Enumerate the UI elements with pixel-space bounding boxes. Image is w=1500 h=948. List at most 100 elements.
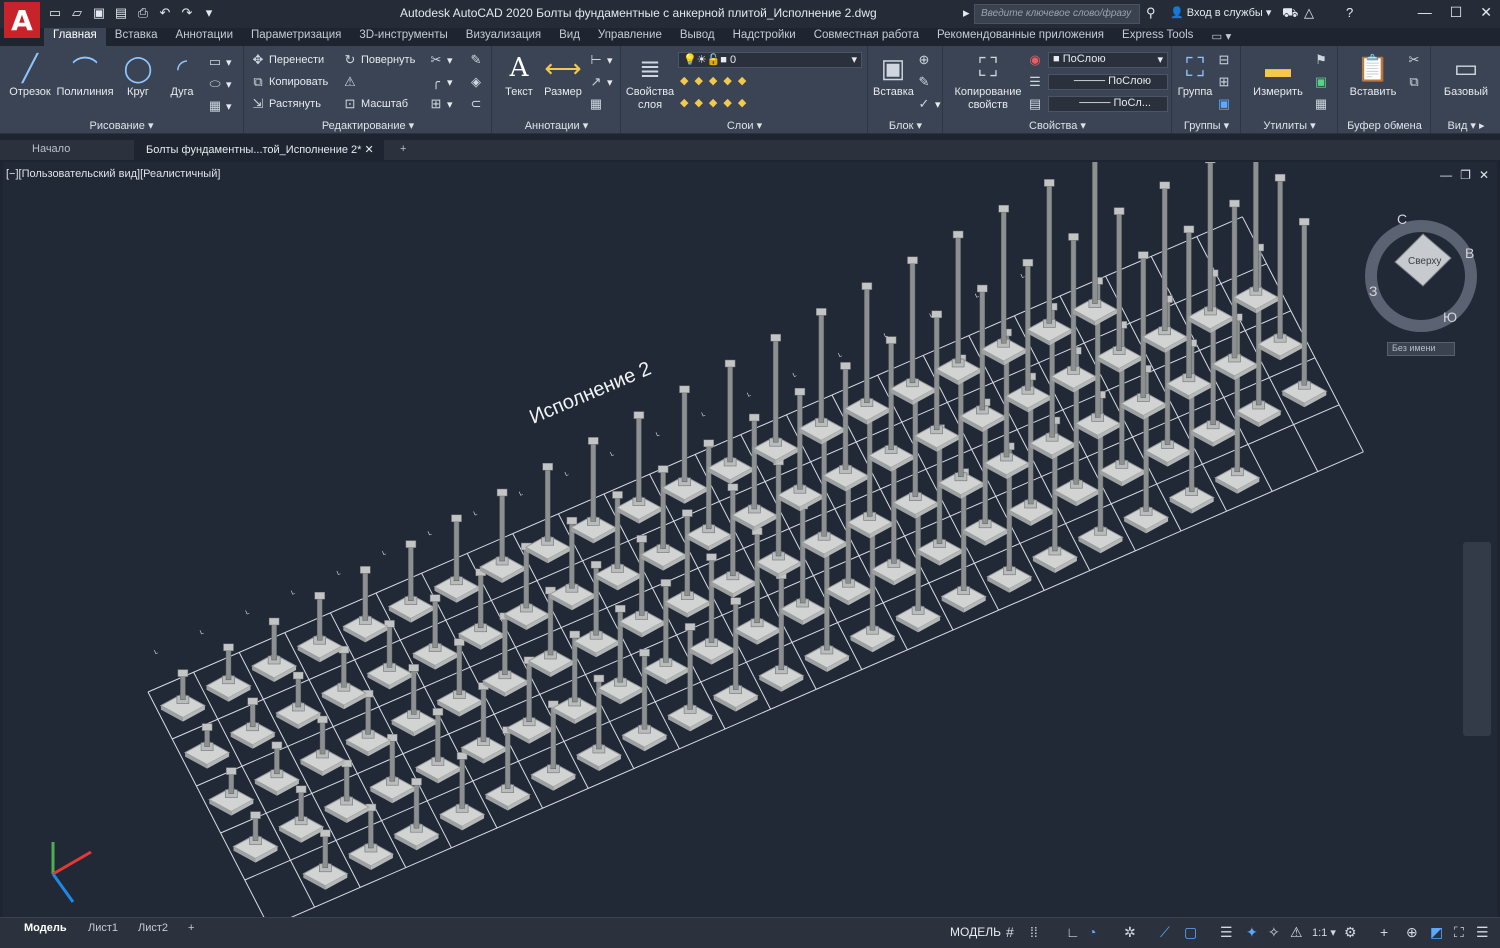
ribbon-tab[interactable]: Визуализация: [457, 28, 550, 46]
table-button[interactable]: ▦: [589, 96, 603, 112]
osnap-icon[interactable]: ▢: [1184, 924, 1197, 941]
redo-icon[interactable]: ↷: [178, 4, 196, 22]
lineweight-toggle-icon[interactable]: ☰: [1220, 924, 1233, 941]
edit-block-button[interactable]: ✎: [917, 74, 931, 90]
linetype-dropdown[interactable]: ──── ПоСлою: [1048, 74, 1168, 90]
signin-button[interactable]: 👤 Вход в службы ▾: [1170, 6, 1271, 19]
ribbon-tab[interactable]: Вставка: [106, 28, 167, 46]
close-icon[interactable]: ✕: [365, 144, 374, 156]
ribbon-tab[interactable]: Параметризация: [242, 28, 350, 46]
rotate-button[interactable]: ↻ Повернуть: [343, 52, 416, 68]
ribbon-tab[interactable]: Вывод: [671, 28, 724, 46]
minimize-icon[interactable]: —: [1418, 4, 1432, 21]
group-edit-button[interactable]: ⊞: [1217, 74, 1231, 90]
ungroup-button[interactable]: ⊟: [1217, 52, 1231, 68]
osnap-track-icon[interactable]: ✲: [1124, 924, 1136, 941]
circle-button[interactable]: ◯ Круг: [120, 50, 156, 99]
tab-drawing[interactable]: Болты фундаментны...той_Исполнение 2* ✕: [134, 140, 384, 160]
line-button[interactable]: ╱ Отрезок: [8, 50, 52, 99]
explode-button[interactable]: ◈: [469, 74, 483, 90]
autoscale-icon[interactable]: ✧: [1268, 924, 1280, 941]
scale-button[interactable]: ⊡ Масштаб: [343, 96, 409, 112]
measure-button[interactable]: ▬ Измерить: [1246, 50, 1310, 99]
search-input[interactable]: Введите ключевое слово/фразу: [974, 4, 1140, 24]
layer-properties-button[interactable]: ≣ Свойства слоя: [624, 50, 676, 112]
array-button[interactable]: ⊞ ▾: [429, 96, 453, 112]
insert-button[interactable]: ▣ Вставка: [873, 50, 914, 99]
save-icon[interactable]: ▣: [90, 4, 108, 22]
linear-dim-button[interactable]: ⊢ ▾: [589, 52, 612, 68]
ucs-dropdown[interactable]: Без имени: [1387, 342, 1455, 356]
offset-button[interactable]: ⊂: [469, 96, 483, 112]
add-layout-button[interactable]: +: [184, 922, 198, 934]
panel-draw-label[interactable]: Рисование ▾: [0, 119, 243, 132]
attribute-button[interactable]: ✓ ▾: [917, 96, 941, 112]
a360-icon[interactable]: △: [1304, 5, 1314, 21]
fillet-button[interactable]: ╭ ▾: [429, 74, 452, 90]
snap-icon[interactable]: ⁞⁞: [1030, 924, 1038, 940]
new-icon[interactable]: ▭: [46, 4, 64, 22]
group-select-button[interactable]: ▣: [1217, 96, 1231, 112]
customize-menu-icon[interactable]: ☰: [1476, 924, 1489, 941]
ribbon-tab[interactable]: Аннотации: [167, 28, 242, 46]
annotation-scale-icon[interactable]: ⚠: [1290, 924, 1303, 941]
tab-layout1[interactable]: Лист1: [84, 922, 122, 934]
panel-block-label[interactable]: Блок ▾: [869, 119, 942, 132]
grid-icon[interactable]: #: [1006, 924, 1014, 940]
layer-dropdown[interactable]: 💡☀🔓■ 0 ▾: [678, 52, 862, 68]
paste-button[interactable]: 📋 Вставить: [1345, 50, 1401, 99]
leader-button[interactable]: ↗ ▾: [589, 74, 613, 90]
chevron-right-icon[interactable]: ▸: [963, 5, 970, 21]
plot-icon[interactable]: ⎙: [134, 4, 152, 22]
arc-button[interactable]: ◜ Дуга: [164, 50, 200, 99]
ribbon-tab[interactable]: 3D-инструменты: [350, 28, 456, 46]
scale-dropdown[interactable]: 1:1 ▾: [1312, 926, 1336, 939]
trim-button[interactable]: ✂ ▾: [429, 52, 453, 68]
text-button[interactable]: A Текст: [499, 50, 539, 98]
model-scene[interactable]: LLLLLLLLLLLLLLLLLLLLИсполнение 2СверхуСВ…: [3, 162, 1497, 917]
group-button[interactable]: ⛶ Группа: [1175, 50, 1215, 98]
plus-icon[interactable]: +: [1380, 924, 1388, 940]
ribbon-tab[interactable]: Управление: [589, 28, 671, 46]
tab-layout2[interactable]: Лист2: [134, 922, 172, 934]
undo-icon[interactable]: ↶: [156, 4, 174, 22]
rectangle-button[interactable]: ▭ ▾: [208, 54, 232, 70]
qat-dropdown-icon[interactable]: ▾: [200, 4, 218, 22]
maximize-icon[interactable]: ☐: [1450, 4, 1463, 21]
base-view-button[interactable]: ▭ Базовый: [1438, 50, 1494, 99]
panel-view-label[interactable]: Вид ▾ ▸: [1432, 119, 1500, 132]
ellipse-button[interactable]: ⬭ ▾: [208, 76, 231, 92]
layer-tools-row1[interactable]: ◆◆◆◆◆: [680, 74, 752, 87]
lineweight-dropdown[interactable]: ──── ПоСл...: [1048, 96, 1168, 112]
app-menu-button[interactable]: A: [4, 2, 40, 38]
model-space-button[interactable]: МОДЕЛЬ: [950, 925, 1001, 939]
copy-button[interactable]: ⧉ Копировать: [251, 74, 328, 90]
saveas-icon[interactable]: ▤: [112, 4, 130, 22]
panel-groups-label[interactable]: Группы ▾: [1173, 119, 1240, 132]
annotation-visibility-icon[interactable]: ✦: [1246, 924, 1258, 941]
panel-modify-label[interactable]: Редактирование ▾: [245, 119, 491, 132]
panel-layers-label[interactable]: Слои ▾: [622, 119, 867, 132]
binoculars-icon[interactable]: ⚲: [1146, 5, 1156, 21]
ribbon-tab[interactable]: Надстройки: [724, 28, 805, 46]
ribbon-tab[interactable]: Рекомендованные приложения: [928, 28, 1113, 46]
create-block-button[interactable]: ⊕: [917, 52, 931, 68]
tab-start[interactable]: Начало: [20, 140, 132, 160]
cut-button[interactable]: ✂: [1407, 52, 1421, 68]
hardware-accel-icon[interactable]: ◩: [1430, 924, 1443, 941]
copyclip-button[interactable]: ⧉: [1407, 74, 1421, 90]
navigation-bar[interactable]: [1463, 542, 1491, 736]
isodraft-icon[interactable]: ⟋: [1160, 924, 1170, 941]
ribbon-tab[interactable]: Вид: [550, 28, 589, 46]
quickselect-button[interactable]: ⚑: [1314, 52, 1328, 68]
mirror-button[interactable]: ⚠: [343, 74, 357, 90]
close-icon[interactable]: ✕: [1480, 4, 1492, 21]
polar-icon[interactable]: ◔: [1088, 924, 1096, 940]
move-button[interactable]: ✥ Перенести: [251, 52, 325, 68]
clean-screen-icon[interactable]: ⛶: [1454, 924, 1464, 941]
polyline-button[interactable]: ⌒ Полилиния: [56, 50, 114, 99]
cart-icon[interactable]: ⛟: [1282, 5, 1298, 23]
panel-annotations-label[interactable]: Аннотации ▾: [493, 119, 620, 132]
panel-utilities-label[interactable]: Утилиты ▾: [1242, 119, 1337, 132]
help-icon[interactable]: ?: [1346, 5, 1353, 20]
